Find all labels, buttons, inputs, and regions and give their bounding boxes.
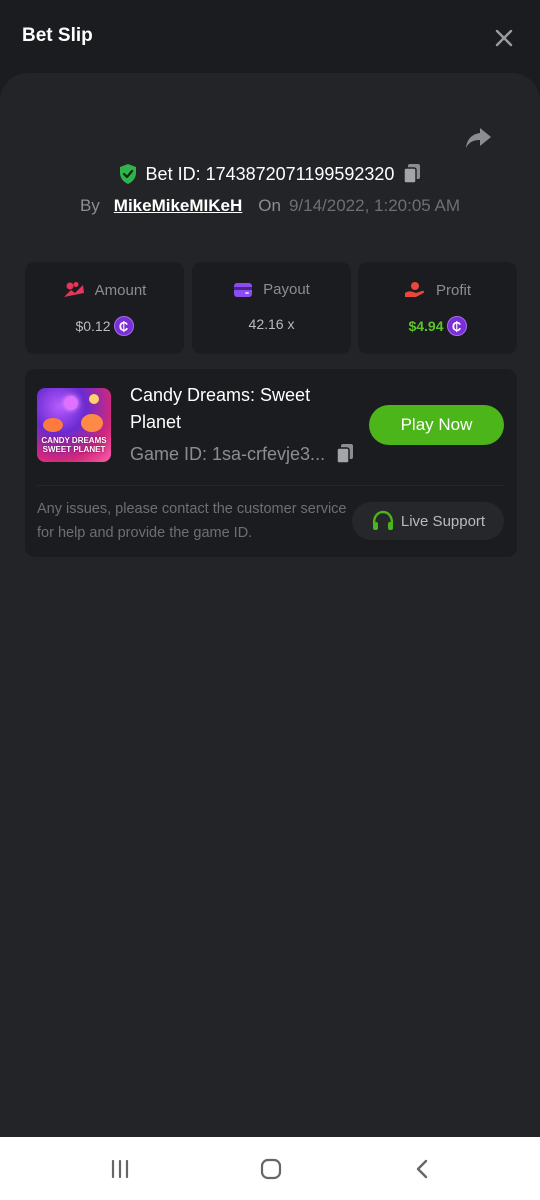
home-icon	[260, 1158, 282, 1180]
help-text: Any issues, please contact the customer …	[37, 501, 347, 541]
divider	[37, 485, 505, 486]
page-title: Bet Slip	[22, 25, 93, 46]
close-icon	[495, 29, 513, 47]
system-nav-bar	[0, 1137, 540, 1200]
game-thumbnail[interactable]: CANDY DREAMS SWEET PLANET	[37, 388, 111, 462]
on-label: On	[258, 196, 281, 215]
share-icon	[466, 128, 491, 148]
by-label: By	[79, 196, 100, 215]
share-button[interactable]	[462, 123, 494, 153]
wallet-icon	[234, 282, 253, 297]
payout-card: Payout 42.16 x	[192, 262, 351, 354]
amount-card: Amount $0.12 ₵	[25, 262, 184, 354]
bet-date: 9/14/2022, 1:20:05 AM	[288, 196, 461, 215]
profit-card: Profit $4.94 ₵	[358, 262, 517, 354]
bet-id: Bet ID: 1743872071199592320	[145, 163, 395, 184]
copy-icon[interactable]	[335, 443, 355, 465]
header: Bet Slip	[0, 0, 540, 74]
profit-value: $4.94	[408, 318, 444, 334]
game-name: Candy Dreams: Sweet Planet	[130, 385, 311, 432]
bet-slip-panel	[0, 73, 540, 1137]
recent-apps-icon	[111, 1159, 129, 1179]
headset-icon	[372, 510, 394, 530]
recent-apps-button[interactable]	[104, 1155, 136, 1183]
amount-value: $0.12	[75, 318, 111, 334]
bet-meta-row: By MikeMikeMIKeH On 9/14/2022, 1:20:05 A…	[0, 193, 540, 219]
profit-hand-icon	[404, 282, 425, 297]
game-id-row: Game ID: 1sa-crfevje3...	[130, 441, 355, 467]
live-support-label: Live Support	[400, 512, 486, 530]
coin-icon: ₵	[446, 316, 467, 336]
coin-icon: ₵	[113, 316, 134, 336]
back-icon	[416, 1159, 428, 1179]
payout-value: 42.16 x	[248, 316, 295, 332]
verified-shield-icon	[119, 164, 136, 184]
payout-label: Payout	[263, 281, 310, 298]
back-button[interactable]	[407, 1155, 439, 1183]
thumbnail-title-line-2: SWEET PLANET	[42, 445, 106, 454]
amount-label: Amount	[94, 281, 147, 299]
game-id: Game ID: 1sa-crfevje3...	[130, 443, 326, 464]
game-card: CANDY DREAMS SWEET PLANET Candy Dreams: …	[25, 369, 517, 557]
copy-icon[interactable]	[402, 163, 422, 185]
username-link[interactable]: MikeMikeMIKeH	[114, 196, 242, 216]
play-now-button[interactable]: Play Now	[369, 405, 504, 445]
home-button[interactable]	[255, 1155, 287, 1183]
live-support-button[interactable]: Live Support	[352, 502, 504, 540]
amount-coins-icon	[63, 282, 84, 297]
thumbnail-title-line-1: CANDY DREAMS	[41, 436, 107, 445]
profit-label: Profit	[435, 281, 471, 299]
close-button[interactable]	[488, 22, 520, 54]
bet-id-row: Bet ID: 1743872071199592320	[0, 160, 540, 188]
